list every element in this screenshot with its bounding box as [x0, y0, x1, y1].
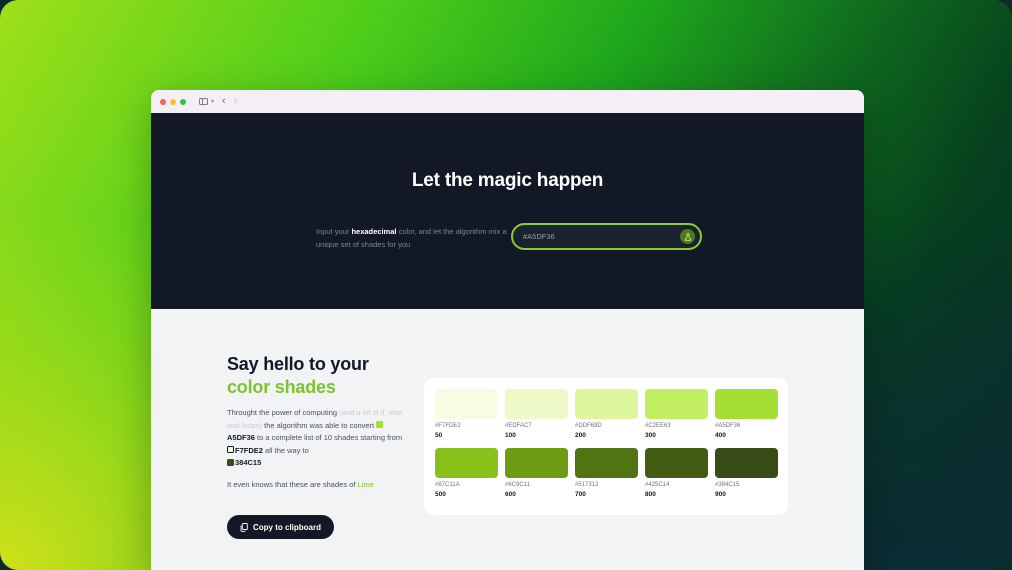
- lime-prefix: It even knows that these are shades of: [227, 479, 358, 489]
- shade-label: 300: [645, 432, 656, 439]
- shade-swatch[interactable]: [435, 389, 498, 419]
- shade-tile[interactable]: #87C11A 500: [435, 448, 498, 498]
- forward-arrow-icon[interactable]: ›: [234, 96, 238, 107]
- shade-swatch[interactable]: [505, 389, 568, 419]
- para-part-3: to a complete list of 10 shades starting…: [254, 433, 403, 442]
- minimize-window-button[interactable]: [170, 98, 176, 105]
- shade-label: 900: [715, 491, 726, 498]
- shade-swatch[interactable]: [715, 448, 778, 478]
- shade-tile[interactable]: #C2EE63 300: [645, 389, 708, 439]
- browser-titlebar: ▾ ‹ ›: [151, 90, 864, 113]
- shade-tile[interactable]: #DDF69D 200: [575, 389, 638, 439]
- shade-label: 50: [435, 432, 443, 439]
- shade-hex: #EDFAC7: [505, 423, 532, 429]
- hex-input-container: [511, 223, 702, 250]
- chevron-down-icon[interactable]: ▾: [211, 98, 214, 105]
- close-window-button[interactable]: [160, 98, 166, 105]
- shade-tile[interactable]: #6C9C11 600: [505, 448, 568, 498]
- shade-hex: #F7FDE2: [435, 423, 461, 429]
- shade-label: 100: [505, 432, 516, 439]
- para-part-2: the algorithm was able to convert: [262, 420, 377, 430]
- hero-description: Input your hexadecimal color, and let th…: [316, 225, 511, 251]
- shade-label: 500: [435, 491, 446, 498]
- copy-button-label: Copy to clipboard: [253, 522, 321, 532]
- shade-hex: #425C14: [645, 482, 670, 488]
- shade-swatch[interactable]: [575, 389, 638, 419]
- shade-hex: #87C11A: [435, 482, 460, 488]
- zoom-window-button[interactable]: [180, 98, 186, 105]
- shade-tile[interactable]: #384C15 900: [715, 448, 778, 498]
- hex-color-input[interactable]: [523, 232, 663, 241]
- hero-title: Let the magic happen: [411, 170, 604, 191]
- color-name-link[interactable]: Lime: [358, 480, 374, 489]
- shade-label: 700: [575, 491, 586, 498]
- shade-label: 800: [645, 491, 656, 498]
- shade-tile[interactable]: #A5DF36 400: [715, 389, 778, 439]
- shade-hex: #6C9C11: [505, 482, 530, 488]
- section-heading-line2: color shades: [227, 377, 336, 397]
- shade-hex: #517312: [575, 482, 599, 488]
- shade-tile[interactable]: #517312 700: [575, 448, 638, 498]
- end-color-swatch: [227, 458, 234, 466]
- shade-label: 200: [575, 432, 586, 439]
- para-part-4: all the way to: [262, 445, 309, 455]
- shade-swatch[interactable]: [435, 448, 498, 478]
- hero-desc-prefix: Input your: [316, 227, 352, 236]
- shade-hex: #384C15: [715, 482, 740, 488]
- shade-grid: #F7FDE2 50 #EDFAC7 100 #DDF69D 200 #C2EE63 300 #…: [435, 389, 778, 498]
- shade-hex: #C2EE63: [645, 423, 671, 429]
- back-arrow-icon[interactable]: ‹: [222, 96, 226, 107]
- shade-swatch[interactable]: [575, 448, 638, 478]
- shade-hex: #A5DF36: [715, 423, 741, 429]
- flask-icon: [684, 232, 691, 241]
- base-color-swatch: [376, 421, 384, 428]
- start-color-swatch: [227, 446, 234, 453]
- copy-to-clipboard-button[interactable]: Copy to clipboard: [227, 515, 334, 539]
- results-section: Say hello to your color shades Throught …: [151, 309, 864, 570]
- results-intro: Say hello to your color shades Throught …: [227, 353, 407, 539]
- shade-hex: #DDF69D: [575, 423, 602, 429]
- start-hex: F7FDE2: [235, 445, 263, 455]
- color-name-note: It even knows that these are shades of L…: [227, 480, 407, 489]
- shade-swatch[interactable]: [645, 389, 708, 419]
- end-hex: 384C15: [235, 458, 262, 467]
- copy-icon: [240, 522, 248, 532]
- results-paragraph: Throught the power of computing (and a l…: [227, 407, 407, 470]
- shade-tile[interactable]: #EDFAC7 100: [505, 389, 568, 439]
- hero-section: Let the magic happen Input your hexadeci…: [151, 113, 864, 309]
- shade-swatch[interactable]: [645, 448, 708, 478]
- generate-shades-button[interactable]: [680, 229, 695, 244]
- shade-tile[interactable]: #425C14 800: [645, 448, 708, 498]
- shade-label: 600: [505, 491, 516, 498]
- shade-label: 400: [715, 432, 726, 439]
- sidebar-icon[interactable]: [199, 98, 208, 105]
- para-part-1: Throught the power of computing: [227, 408, 340, 417]
- hero-desc-bold: hexadecimal: [351, 227, 397, 236]
- shade-tile[interactable]: #F7FDE2 50: [435, 389, 498, 439]
- browser-window: ▾ ‹ › Let the magic happen Input your he…: [151, 90, 864, 570]
- section-heading-line1: Say hello to your: [227, 354, 369, 374]
- palette-card: #F7FDE2 50 #EDFAC7 100 #DDF69D 200 #C2EE63 300 #…: [424, 378, 788, 515]
- base-hex: A5DF36: [227, 433, 255, 442]
- shade-swatch[interactable]: [505, 448, 568, 478]
- shade-swatch[interactable]: [715, 389, 778, 419]
